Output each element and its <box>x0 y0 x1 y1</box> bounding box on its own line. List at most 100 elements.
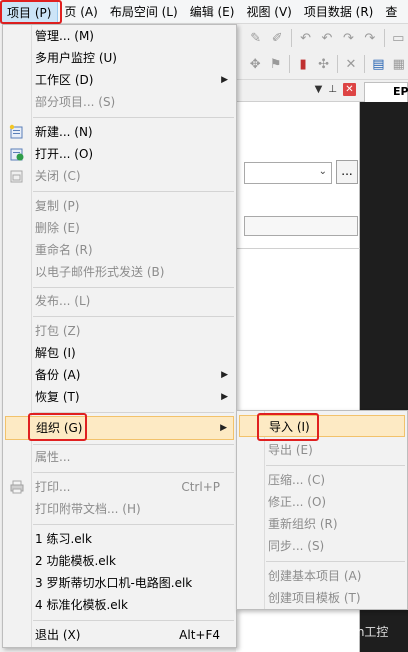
menu-item-workspace[interactable]: 工作区 (D) ▶ <box>5 69 234 91</box>
submenu-item-label: 创建项目模板 (T) <box>268 591 361 605</box>
menu-find[interactable]: 查 <box>379 1 403 23</box>
menu-item-label: 以电子邮件形式发送 (B) <box>35 265 165 279</box>
menu-item-rename[interactable]: 重命名 (R) <box>5 239 234 261</box>
menu-item-publish[interactable]: 发布... (L) <box>5 290 234 312</box>
menu-project[interactable]: 项目 (P) <box>0 0 59 23</box>
undo-icon[interactable]: ↶ <box>296 29 315 47</box>
menu-item-multi-user-monitor[interactable]: 多用户监控 (U) <box>5 47 234 69</box>
submenu-item-compress[interactable]: 压缩... (C) <box>239 469 405 491</box>
panel-divider <box>236 248 360 249</box>
menu-separator <box>33 412 234 413</box>
menu-page[interactable]: 页 (A) <box>58 1 103 23</box>
menu-separator <box>33 191 234 192</box>
menu-item-open[interactable]: 打开... (O) <box>5 143 234 165</box>
chevron-down-icon[interactable]: ▼ <box>315 84 323 95</box>
menu-item-label: 属性... <box>35 450 71 464</box>
menu-separator <box>33 287 234 288</box>
menu-bar: 项目 (P) 页 (A) 布局空间 (L) 编辑 (E) 视图 (V) 项目数据… <box>0 0 408 24</box>
delete-icon[interactable]: ✕ <box>342 55 360 73</box>
menu-item-manage[interactable]: 管理... (M) <box>5 25 234 47</box>
submenu-item-synchronize[interactable]: 同步... (S) <box>239 535 405 557</box>
browse-button[interactable]: ... <box>336 160 358 184</box>
toolbar: ✎ ✐ ↶ ↶ ↷ ↷ ▭ ✥ ⚑ ▮ ✣ ✕ ▤ ▦ <box>236 24 408 80</box>
menu-item-restore[interactable]: 恢复 (T) ▶ <box>5 386 234 408</box>
menu-item-shortcut: Alt+F4 <box>179 628 220 642</box>
grid-icon[interactable]: ▦ <box>390 55 408 73</box>
menu-item-label: 删除 (E) <box>35 221 80 235</box>
submenu-item-label: 导入 (I) <box>269 420 310 434</box>
document-icon[interactable]: ▤ <box>369 55 387 73</box>
menu-view[interactable]: 视图 (V) <box>240 1 297 23</box>
menu-item-label: 部分项目... (S) <box>35 95 116 109</box>
menu-separator <box>33 444 234 445</box>
menu-item-unpack[interactable]: 解包 (I) <box>5 342 234 364</box>
submenu-item-create-project-template[interactable]: 创建项目模板 (T) <box>239 587 405 609</box>
submenu-arrow-icon: ▶ <box>221 75 228 85</box>
menu-project-data[interactable]: 项目数据 (R) <box>298 1 380 23</box>
submenu-item-label: 压缩... (C) <box>268 473 326 487</box>
screen-icon[interactable]: ▭ <box>389 29 408 47</box>
redo-list-icon[interactable]: ↷ <box>360 29 379 47</box>
move-icon[interactable]: ✥ <box>246 55 264 73</box>
menu-item-exit[interactable]: 退出 (X) Alt+F4 <box>5 624 234 646</box>
menu-separator <box>33 316 234 317</box>
menu-item-organize[interactable]: 组织 (G) ▶ <box>5 416 234 440</box>
toolbar-divider <box>288 55 290 73</box>
menu-separator <box>33 117 234 118</box>
menu-item-print-attached-docs[interactable]: 打印附带文档... (H) <box>5 498 234 520</box>
menu-item-properties[interactable]: 属性... <box>5 446 234 468</box>
submenu-item-label: 重新组织 (R) <box>268 517 338 531</box>
submenu-arrow-icon: ▶ <box>221 392 228 402</box>
menu-item-label: 打开... (O) <box>35 147 94 161</box>
submenu-item-import[interactable]: 导入 (I) <box>239 415 405 437</box>
menu-item-label: 打包 (Z) <box>35 324 81 338</box>
menu-separator <box>33 524 234 525</box>
menu-item-recent-2[interactable]: 2 功能模板.elk <box>5 550 234 572</box>
menu-item-label: 1 练习.elk <box>35 532 92 546</box>
menu-item-recent-3[interactable]: 3 罗斯蒂切水口机-电路图.elk <box>5 572 234 594</box>
submenu-item-correct[interactable]: 修正... (O) <box>239 491 405 513</box>
menu-item-send-email[interactable]: 以电子邮件形式发送 (B) <box>5 261 234 283</box>
submenu-item-reorganize[interactable]: 重新组织 (R) <box>239 513 405 535</box>
menu-item-label: 打印附带文档... (H) <box>35 502 141 516</box>
filter-select[interactable]: ⌄ <box>244 162 332 184</box>
menu-item-recent-1[interactable]: 1 练习.elk <box>5 528 234 550</box>
flag-icon[interactable]: ⚑ <box>266 55 284 73</box>
close-icon[interactable]: ✕ <box>343 83 356 96</box>
menu-item-new[interactable]: 新建... (N) <box>5 121 234 143</box>
wrench-icon[interactable]: ✎ <box>246 29 265 47</box>
panel-header: ▼ ⊥ ✕ <box>236 80 360 102</box>
menu-item-label: 3 罗斯蒂切水口机-电路图.elk <box>35 576 193 590</box>
submenu-item-create-basic-project[interactable]: 创建基本项目 (A) <box>239 565 405 587</box>
watermark: 知乎 @Kan工控 <box>302 625 389 639</box>
menu-item-partial-project[interactable]: 部分项目... (S) <box>5 91 234 113</box>
redo-icon[interactable]: ↷ <box>339 29 358 47</box>
undo-list-icon[interactable]: ↶ <box>317 29 336 47</box>
pin-icon[interactable]: ⊥ <box>328 84 337 95</box>
menu-edit[interactable]: 编辑 (E) <box>184 1 241 23</box>
menu-item-label: 重命名 (R) <box>35 243 93 257</box>
menu-item-close[interactable]: 关闭 (C) <box>5 165 234 187</box>
device-icon[interactable]: ▮ <box>294 55 312 73</box>
menu-item-label: 组织 (G) <box>36 421 83 435</box>
menu-separator <box>33 620 234 621</box>
menu-item-copy[interactable]: 复制 (P) <box>5 195 234 217</box>
menu-item-print[interactable]: 打印... Ctrl+P <box>5 476 234 498</box>
menu-item-label: 恢复 (T) <box>35 390 80 404</box>
menu-item-label: 管理... (M) <box>35 29 94 43</box>
brush-icon[interactable]: ✐ <box>267 29 286 47</box>
toolbar-divider <box>383 29 385 47</box>
menu-item-label: 复制 (P) <box>35 199 80 213</box>
project-menu-dropdown: 管理... (M) 多用户监控 (U) 工作区 (D) ▶ 部分项目... (S)… <box>2 24 237 648</box>
menu-layout-space[interactable]: 布局空间 (L) <box>104 1 184 23</box>
menu-item-pack[interactable]: 打包 (Z) <box>5 320 234 342</box>
menu-item-recent-4[interactable]: 4 标准化模板.elk <box>5 594 234 616</box>
menu-item-backup[interactable]: 备份 (A) ▶ <box>5 364 234 386</box>
close-project-icon <box>10 170 23 183</box>
menu-item-label: 多用户监控 (U) <box>35 51 117 65</box>
search-input[interactable] <box>244 216 358 236</box>
tab-ep[interactable]: EP <box>364 82 408 102</box>
submenu-item-export[interactable]: 导出 (E) <box>239 439 405 461</box>
menu-item-delete[interactable]: 删除 (E) <box>5 217 234 239</box>
cross-icon[interactable]: ✣ <box>314 55 332 73</box>
